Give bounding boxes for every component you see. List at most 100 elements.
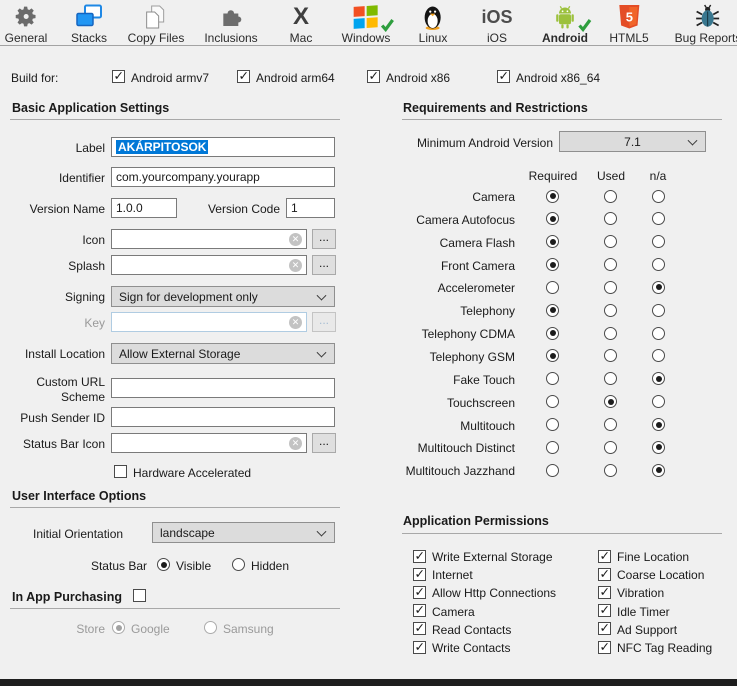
- requirement-required-radio[interactable]: [546, 327, 559, 340]
- push-sender-id-input[interactable]: [111, 407, 335, 427]
- requirement-required-radio[interactable]: [546, 441, 559, 454]
- requirement-na-radio[interactable]: [652, 212, 665, 225]
- tab-android[interactable]: Android: [542, 3, 588, 45]
- requirement-label: Front Camera: [370, 259, 515, 273]
- requirement-required-radio[interactable]: [546, 190, 559, 203]
- min-android-version-dropdown[interactable]: 7.1: [559, 131, 706, 152]
- requirement-used-radio[interactable]: [604, 258, 617, 271]
- toolbar-separator: [0, 45, 737, 46]
- icon-browse-button[interactable]: ...: [312, 229, 336, 249]
- status-bar-visible-radio[interactable]: [157, 558, 170, 571]
- requirement-used-radio[interactable]: [604, 464, 617, 477]
- permission-checkbox[interactable]: [598, 604, 611, 617]
- icon-input[interactable]: ✕: [111, 229, 307, 249]
- requirement-used-radio[interactable]: [604, 349, 617, 362]
- requirement-label: Camera Flash: [370, 236, 515, 250]
- tab-mac[interactable]: X Mac: [290, 3, 313, 45]
- identifier-input[interactable]: com.yourcompany.yourapp: [111, 167, 335, 187]
- clear-icon[interactable]: ✕: [289, 259, 302, 272]
- clear-icon[interactable]: ✕: [289, 316, 302, 329]
- permission-checkbox[interactable]: [598, 550, 611, 563]
- requirement-required-radio[interactable]: [546, 418, 559, 431]
- permission-checkbox[interactable]: [413, 550, 426, 563]
- permission-checkbox[interactable]: [598, 568, 611, 581]
- requirement-used-radio[interactable]: [604, 235, 617, 248]
- requirement-used-radio[interactable]: [604, 327, 617, 340]
- requirement-required-radio[interactable]: [546, 212, 559, 225]
- requirement-used-radio[interactable]: [604, 372, 617, 385]
- permission-checkbox[interactable]: [413, 568, 426, 581]
- requirement-used-radio[interactable]: [604, 212, 617, 225]
- permission-checkbox[interactable]: [413, 604, 426, 617]
- clear-icon[interactable]: ✕: [289, 437, 302, 450]
- initial-orientation-dropdown[interactable]: landscape: [152, 522, 335, 543]
- requirement-na-radio[interactable]: [652, 327, 665, 340]
- requirement-na-radio[interactable]: [652, 441, 665, 454]
- custom-url-scheme-input[interactable]: [111, 378, 335, 398]
- requirement-required-radio[interactable]: [546, 349, 559, 362]
- tab-stacks[interactable]: Stacks: [71, 3, 107, 45]
- tab-html5[interactable]: 5 HTML5: [609, 3, 648, 45]
- requirement-required-radio[interactable]: [546, 281, 559, 294]
- key-input[interactable]: ✕: [111, 312, 307, 332]
- requirement-na-radio[interactable]: [652, 349, 665, 362]
- clear-icon[interactable]: ✕: [289, 233, 302, 246]
- tab-general[interactable]: General: [5, 3, 48, 45]
- tab-label: Inclusions: [204, 31, 257, 45]
- requirement-na-radio[interactable]: [652, 304, 665, 317]
- icon-label: Icon: [0, 233, 105, 248]
- tab-inclusions[interactable]: Inclusions: [204, 3, 257, 45]
- requirement-required-radio[interactable]: [546, 258, 559, 271]
- requirement-used-radio[interactable]: [604, 281, 617, 294]
- tab-ios[interactable]: iOS iOS: [481, 3, 512, 45]
- permission-checkbox[interactable]: [598, 622, 611, 635]
- requirement-required-radio[interactable]: [546, 395, 559, 408]
- requirement-used-radio[interactable]: [604, 304, 617, 317]
- version-name-input[interactable]: 1.0.0: [111, 198, 177, 218]
- tab-bug-reports[interactable]: Bug Reports: [675, 3, 737, 45]
- requirement-used-radio[interactable]: [604, 441, 617, 454]
- permission-checkbox[interactable]: [413, 622, 426, 635]
- version-code-input[interactable]: 1: [286, 198, 335, 218]
- requirement-na-radio[interactable]: [652, 258, 665, 271]
- build-arm64-checkbox[interactable]: [237, 70, 250, 83]
- status-bar-hidden-radio[interactable]: [232, 558, 245, 571]
- basic-settings-title: Basic Application Settings: [12, 101, 169, 115]
- splash-browse-button[interactable]: ...: [312, 255, 336, 275]
- requirement-na-radio[interactable]: [652, 190, 665, 203]
- requirement-used-radio[interactable]: [604, 418, 617, 431]
- install-location-dropdown[interactable]: Allow External Storage: [111, 343, 335, 364]
- requirement-na-radio[interactable]: [652, 235, 665, 248]
- permission-checkbox[interactable]: [598, 586, 611, 599]
- tab-linux[interactable]: Linux: [419, 3, 448, 45]
- requirement-na-radio[interactable]: [652, 395, 665, 408]
- build-x86-64-checkbox[interactable]: [497, 70, 510, 83]
- requirement-na-radio[interactable]: [652, 372, 665, 385]
- permission-checkbox[interactable]: [413, 641, 426, 654]
- requirement-required-radio[interactable]: [546, 235, 559, 248]
- identifier-value: com.yourcompany.yourapp: [116, 170, 260, 184]
- splash-input[interactable]: ✕: [111, 255, 307, 275]
- build-x86-checkbox[interactable]: [367, 70, 380, 83]
- permission-checkbox[interactable]: [598, 641, 611, 654]
- requirement-na-radio[interactable]: [652, 281, 665, 294]
- requirement-na-radio[interactable]: [652, 464, 665, 477]
- status-bar-icon-input[interactable]: ✕: [111, 433, 307, 453]
- requirement-required-radio[interactable]: [546, 464, 559, 477]
- requirement-required-radio[interactable]: [546, 372, 559, 385]
- requirement-na-radio[interactable]: [652, 418, 665, 431]
- tab-windows[interactable]: Windows: [342, 3, 391, 45]
- iap-checkbox[interactable]: [133, 589, 146, 602]
- requirement-used-radio[interactable]: [604, 190, 617, 203]
- hardware-accelerated-checkbox[interactable]: [114, 465, 127, 478]
- tab-copy-files[interactable]: Copy Files: [128, 3, 185, 45]
- label-input[interactable]: AKÁRPITOSOK: [111, 137, 335, 157]
- status-bar-icon-browse-button[interactable]: ...: [312, 433, 336, 453]
- column-header-used: Used: [586, 169, 636, 183]
- build-armv7-checkbox[interactable]: [112, 70, 125, 83]
- requirement-required-radio[interactable]: [546, 304, 559, 317]
- signing-dropdown[interactable]: Sign for development only: [111, 286, 335, 307]
- requirement-used-radio[interactable]: [604, 395, 617, 408]
- check-icon: [380, 18, 394, 32]
- permission-checkbox[interactable]: [413, 586, 426, 599]
